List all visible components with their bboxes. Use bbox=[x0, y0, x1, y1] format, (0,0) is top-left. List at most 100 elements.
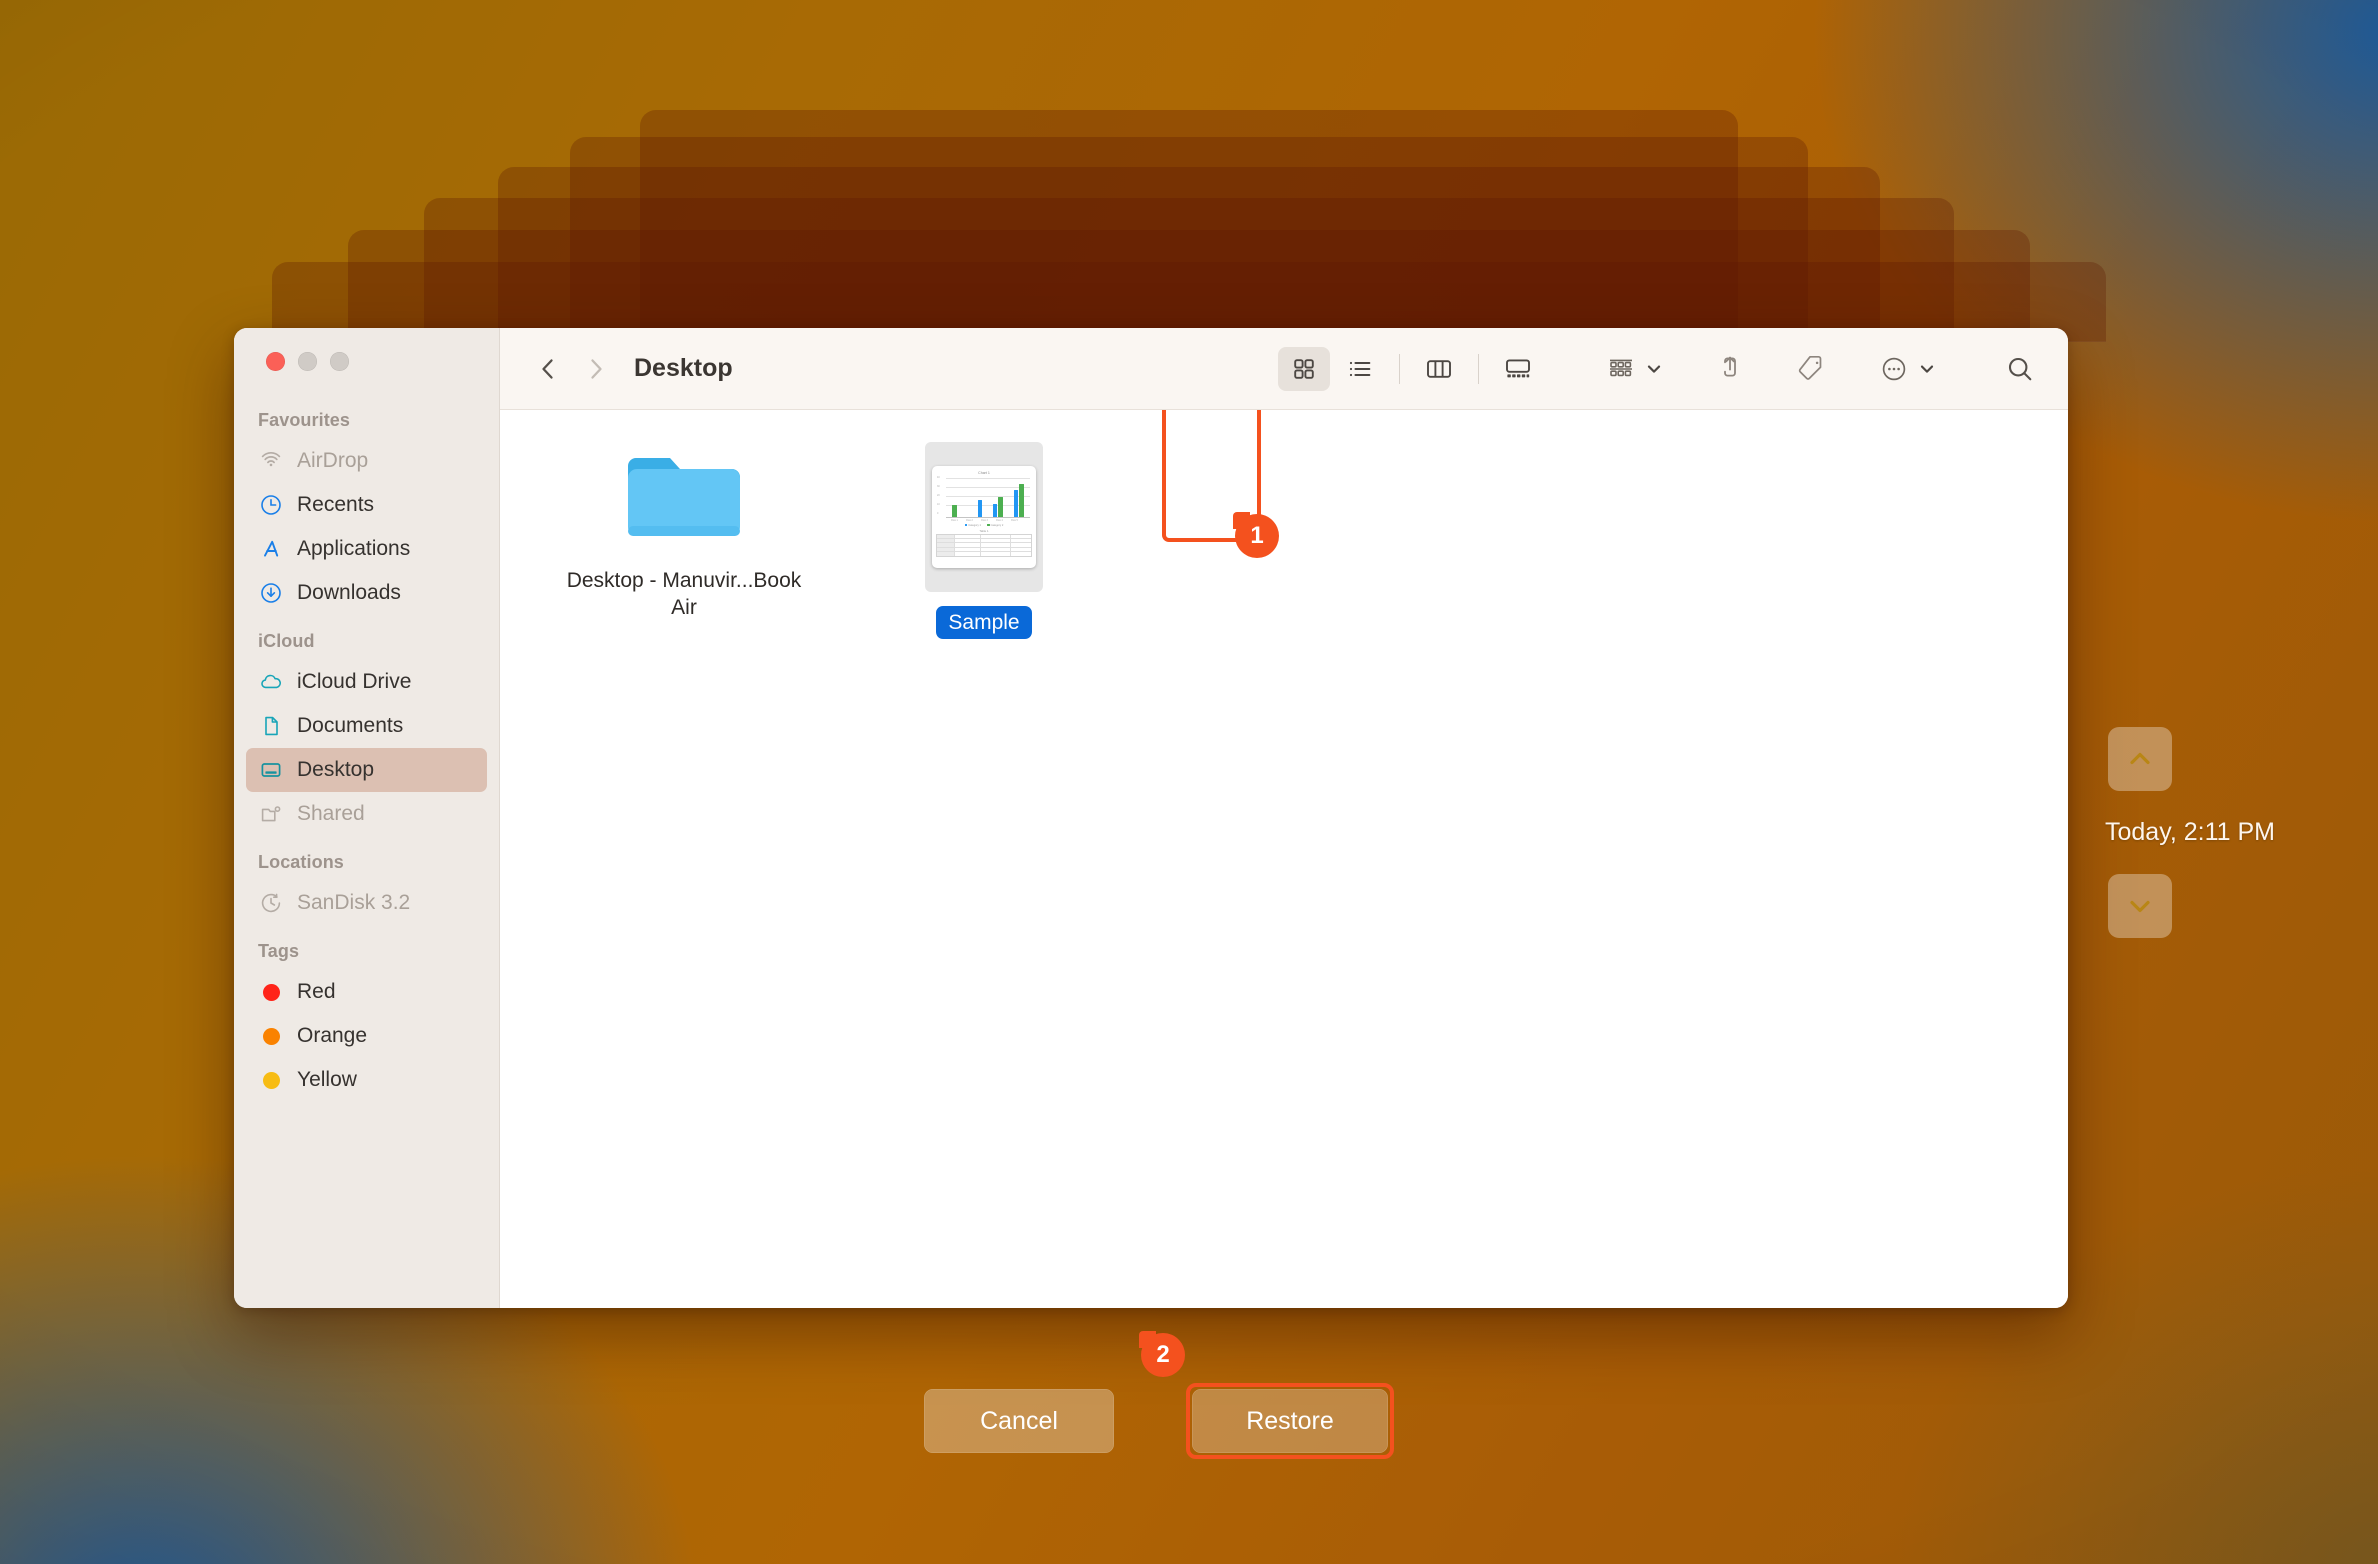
gallery-view-button[interactable] bbox=[1492, 347, 1544, 391]
sidebar-item-airdrop[interactable]: AirDrop bbox=[246, 439, 487, 483]
go-forward-in-time-button[interactable] bbox=[2108, 874, 2172, 938]
sidebar-item-tag-yellow[interactable]: Yellow bbox=[246, 1058, 487, 1102]
sidebar-item-icloud-drive[interactable]: iCloud Drive bbox=[246, 660, 487, 704]
sidebar: Favourites AirDrop Recents Applications … bbox=[234, 328, 500, 1308]
y-tick: 20 bbox=[937, 494, 940, 497]
sidebar-item-label: Shared bbox=[297, 802, 365, 825]
tags-button[interactable] bbox=[1791, 345, 1833, 393]
sidebar-heading-locations: Locations bbox=[258, 852, 344, 872]
sidebar-group-icloud: iCloud iCloud Drive Documents Desktop Sh… bbox=[246, 615, 487, 836]
sidebar-item-label: Desktop bbox=[297, 758, 375, 781]
sidebar-group-favourites: Favourites AirDrop Recents Applications … bbox=[246, 394, 487, 615]
document-icon bbox=[258, 713, 284, 739]
thumbnail-chart-title: Chart 1 bbox=[978, 471, 990, 475]
legend-entry-2: Category 2 bbox=[987, 524, 1003, 527]
toolbar-divider bbox=[1399, 353, 1400, 384]
restore-button[interactable]: Restore bbox=[1192, 1389, 1388, 1453]
sidebar-item-label: SanDisk 3.2 bbox=[297, 891, 411, 914]
sidebar-item-shared[interactable]: Shared bbox=[246, 792, 487, 836]
group-by-button[interactable] bbox=[1600, 345, 1669, 393]
thumbnail-x-labels: Row 1 Row 2 Row 3 Row 4 Row 5 bbox=[936, 519, 1032, 522]
sidebar-item-label: Orange bbox=[297, 1024, 368, 1047]
zoom-button[interactable] bbox=[330, 351, 349, 371]
sidebar-item-documents[interactable]: Documents bbox=[246, 704, 487, 748]
sidebar-item-applications[interactable]: Applications bbox=[246, 527, 487, 571]
clock-icon bbox=[258, 492, 284, 518]
sidebar-heading-icloud: iCloud bbox=[258, 631, 315, 651]
sidebar-item-label: Downloads bbox=[297, 581, 401, 604]
snapshot-timestamp: Today, 2:11 PM bbox=[2105, 818, 2275, 847]
file-item-folder[interactable]: Desktop - Manuvir...Book Air bbox=[534, 438, 834, 639]
footer-bar bbox=[0, 1308, 2378, 1564]
y-tick: 0 bbox=[937, 512, 939, 515]
cloud-icon bbox=[258, 669, 284, 695]
legend-entry-1: Category 1 bbox=[964, 523, 981, 527]
sidebar-item-downloads[interactable]: Downloads bbox=[246, 571, 487, 615]
forward-button[interactable] bbox=[572, 345, 620, 393]
sidebar-item-tag-orange[interactable]: Orange bbox=[246, 1014, 487, 1058]
airdrop-icon bbox=[258, 448, 284, 474]
thumbnail-chart: 40 30 20 10 0 bbox=[937, 476, 1031, 518]
page-title: Desktop bbox=[634, 354, 733, 382]
y-tick: 30 bbox=[937, 485, 940, 488]
sidebar-item-label: Applications bbox=[297, 537, 411, 560]
toolbar-divider-2 bbox=[1478, 353, 1479, 384]
sidebar-item-recents[interactable]: Recents bbox=[246, 483, 487, 527]
chevron-down-icon bbox=[1920, 365, 1934, 373]
file-label-selected: Sample bbox=[936, 606, 1032, 640]
search-button[interactable] bbox=[1998, 345, 2042, 393]
x-tick: Row 2 bbox=[966, 518, 973, 522]
desktop-icon bbox=[258, 757, 284, 783]
sidebar-item-label: Red bbox=[297, 980, 336, 1003]
tag-dot-orange-icon bbox=[258, 1023, 284, 1049]
traffic-lights bbox=[246, 328, 487, 394]
icon-view-button[interactable] bbox=[1278, 346, 1330, 391]
sidebar-item-label: iCloud Drive bbox=[297, 670, 412, 693]
sidebar-group-tags: Tags Red Orange Yellow bbox=[246, 925, 487, 1102]
go-back-in-time-button[interactable] bbox=[2108, 727, 2172, 791]
window-body: Favourites AirDrop Recents Applications … bbox=[234, 328, 2068, 1308]
chevron-down-icon bbox=[1647, 365, 1661, 373]
file-item-sample[interactable]: Chart 1 40 30 20 10 0 Row 1 Row 2 Row 3 … bbox=[834, 438, 1134, 640]
minimize-button[interactable] bbox=[298, 351, 317, 371]
cancel-button[interactable]: Cancel bbox=[924, 1389, 1114, 1453]
tag-dot-yellow-icon bbox=[258, 1067, 284, 1093]
x-tick: Row 4 bbox=[996, 518, 1003, 522]
y-tick: 10 bbox=[937, 503, 940, 506]
sidebar-item-label: Recents bbox=[297, 493, 375, 516]
thumbnail-table bbox=[936, 534, 1032, 557]
close-button[interactable] bbox=[266, 351, 285, 371]
legend-label: Category 1 bbox=[968, 523, 981, 527]
file-grid-area[interactable]: Desktop - Manuvir...Book Air Chart 1 40 … bbox=[500, 410, 2068, 1308]
thumbnail-preview-card: Chart 1 40 30 20 10 0 Row 1 Row 2 Row 3 … bbox=[932, 466, 1036, 568]
back-button[interactable] bbox=[524, 345, 572, 393]
more-button[interactable] bbox=[1873, 345, 1942, 393]
sidebar-item-sandisk[interactable]: SanDisk 3.2 bbox=[246, 881, 487, 925]
column-view-button[interactable] bbox=[1413, 347, 1465, 391]
time-machine-navigation bbox=[2108, 727, 2172, 791]
shared-folder-icon bbox=[258, 801, 284, 827]
folder-icon bbox=[620, 442, 748, 553]
thumbnail-bars bbox=[947, 476, 1029, 518]
annotation-badge-2: 2 bbox=[1139, 1331, 1185, 1377]
thumbnail-table-title: Table 1 bbox=[979, 529, 989, 533]
list-view-button[interactable] bbox=[1334, 347, 1386, 391]
sidebar-item-tag-red[interactable]: Red bbox=[246, 970, 487, 1014]
window-right-pane: Desktop Desktop - Manuvir...Book Air Cha… bbox=[500, 328, 2068, 1308]
tag-dot-red-icon bbox=[258, 979, 284, 1005]
sidebar-item-label: Documents bbox=[297, 714, 404, 737]
time-machine-disk-icon bbox=[258, 890, 284, 916]
view-mode-segmented-control bbox=[1278, 346, 1544, 391]
toolbar: Desktop bbox=[500, 328, 2068, 410]
annotation-badge-1: 1 bbox=[1233, 512, 1279, 558]
download-icon bbox=[258, 580, 284, 606]
thumbnail-legend: Category 1 Category 2 bbox=[936, 524, 1032, 527]
share-button[interactable] bbox=[1709, 345, 1751, 393]
applications-icon bbox=[258, 536, 284, 562]
document-thumbnail: Chart 1 40 30 20 10 0 Row 1 Row 2 Row 3 … bbox=[925, 442, 1043, 592]
sidebar-item-label: Yellow bbox=[297, 1068, 357, 1091]
sidebar-heading-tags: Tags bbox=[258, 941, 300, 961]
sidebar-item-label: AirDrop bbox=[297, 449, 369, 472]
legend-label: Category 2 bbox=[990, 523, 1004, 527]
sidebar-item-desktop[interactable]: Desktop bbox=[246, 748, 487, 792]
